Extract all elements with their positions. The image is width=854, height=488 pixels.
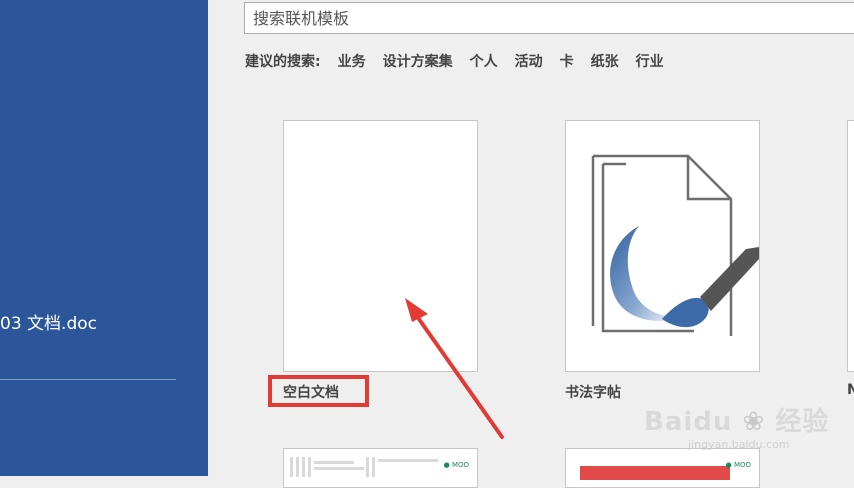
baidu-jingyan-watermark: Baidu ❀ 经验 jingyan.baidu.com bbox=[644, 401, 829, 451]
jingyan-text: 经验 bbox=[775, 407, 830, 437]
baidu-logo: Baidu bbox=[644, 407, 733, 437]
paw-icon: ❀ bbox=[742, 407, 766, 437]
watermark-url: jingyan.baidu.com bbox=[688, 438, 790, 451]
